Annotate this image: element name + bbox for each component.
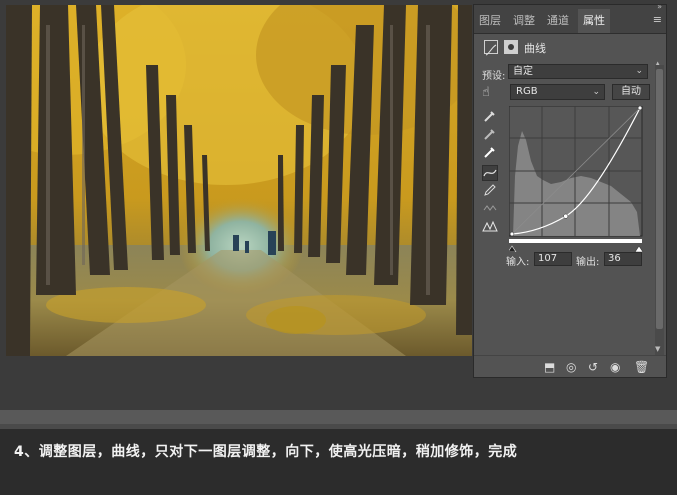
caption-text: 4、调整图层，曲线，只对下一图层调整，向下，使高光压暗，稍加修饰，完成 (14, 444, 518, 460)
tab-channels[interactable]: 通道 (546, 11, 570, 31)
hamburger-icon[interactable]: ≡ (653, 13, 662, 26)
panel-tab-bar: 图层 调整 通道 属性 » ≡ (474, 2, 666, 34)
visibility-eye-icon[interactable]: ◉ (610, 360, 620, 374)
smooth-icon[interactable] (482, 201, 498, 217)
channel-dropdown[interactable]: RGB ⌄ (510, 84, 605, 100)
tab-properties[interactable]: 属性 (578, 9, 610, 33)
trash-icon[interactable]: 🗑 (634, 360, 649, 374)
output-value-field[interactable]: 36 (604, 252, 642, 266)
tab-layers[interactable]: 图层 (478, 11, 502, 31)
properties-panel: 图层 调整 通道 属性 » ≡ 曲线 预设: 自定 ⌄ ☝ RGB ⌄ 自动 ▲… (473, 2, 667, 378)
output-gradient-bar (509, 239, 642, 243)
curves-adjustment-icon[interactable] (484, 40, 498, 56)
preset-label: 预设: (482, 71, 506, 82)
input-label: 输入: (506, 257, 530, 268)
white-point-eyedropper-icon[interactable] (482, 145, 498, 161)
clip-to-layer-icon[interactable]: ⬒ (544, 360, 555, 374)
layer-mask-icon[interactable] (504, 40, 518, 54)
scroll-down-icon[interactable]: ▼ (655, 345, 660, 353)
input-value-field[interactable]: 107 (534, 252, 572, 266)
edit-points-icon[interactable] (482, 165, 498, 181)
curves-graph[interactable] (509, 106, 645, 252)
chevron-down-icon: ⌄ (635, 66, 643, 76)
channel-value: RGB (516, 86, 538, 97)
curve-point-white[interactable] (637, 106, 643, 111)
pencil-icon[interactable] (482, 183, 498, 199)
reset-icon[interactable]: ↺ (588, 360, 598, 374)
panel-title: 曲线 (524, 42, 546, 55)
black-point-eyedropper-icon[interactable] (482, 109, 498, 125)
canvas-workspace: 图层 调整 通道 属性 » ≡ 曲线 预设: 自定 ⌄ ☝ RGB ⌄ 自动 ▲… (0, 0, 677, 410)
output-label: 输出: (576, 257, 600, 268)
panel-bottom-toolbar: ⬒ ◎ ↺ ◉ 🗑 (474, 355, 666, 378)
preset-dropdown[interactable]: 自定 ⌄ (508, 64, 648, 79)
tab-adjustments[interactable]: 调整 (512, 11, 536, 31)
chevron-down-icon: ⌄ (592, 87, 600, 97)
caption-bar: 4、调整图层，曲线，只对下一图层调整，向下，使高光压暗，稍加修饰，完成 (0, 429, 677, 495)
black-slider-handle[interactable] (509, 245, 517, 252)
on-image-adjust-icon[interactable]: ☝ (482, 85, 490, 100)
curve-point-black[interactable] (509, 231, 515, 237)
auto-button[interactable]: 自动 (612, 84, 650, 100)
double-chevron-icon[interactable]: » (657, 2, 662, 11)
gray-point-eyedropper-icon[interactable] (482, 127, 498, 143)
clipping-warning-icon[interactable] (482, 219, 498, 235)
preset-value: 自定 (513, 66, 533, 77)
scrollbar-thumb[interactable] (656, 69, 663, 329)
ginkgo-avenue-photo (6, 5, 472, 356)
properties-header: 曲线 (474, 34, 666, 60)
curve-point-active[interactable] (563, 213, 569, 219)
view-previous-icon[interactable]: ◎ (566, 360, 576, 374)
